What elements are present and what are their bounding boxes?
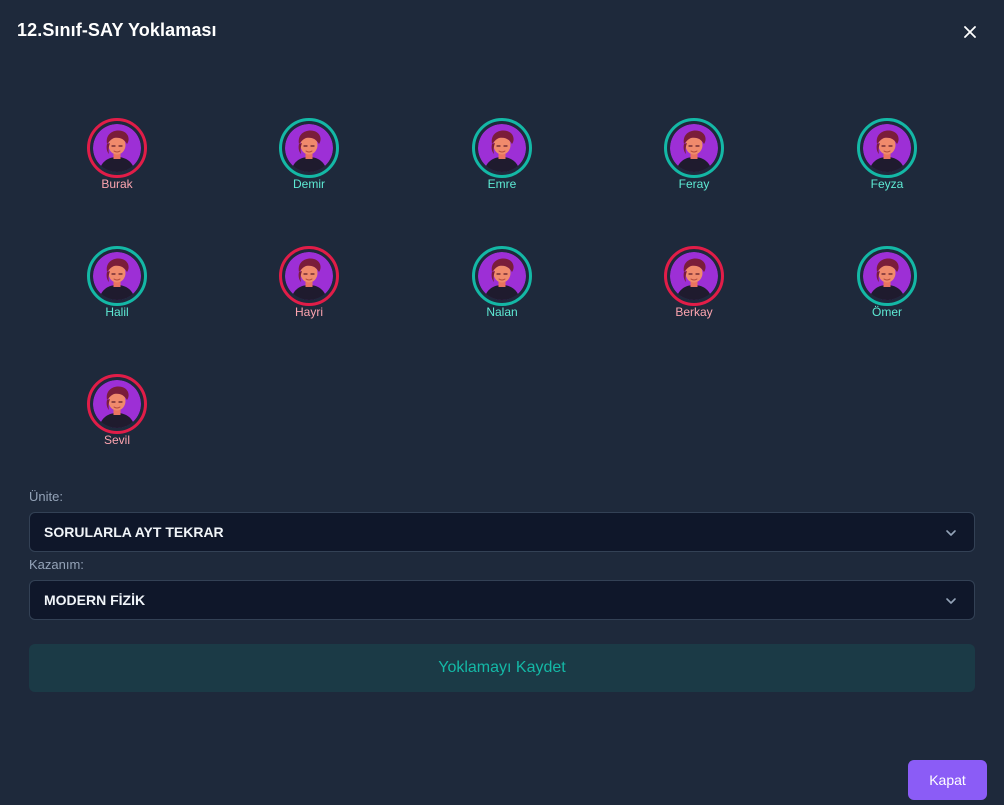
avatar-illustration bbox=[478, 124, 526, 172]
avatar bbox=[87, 246, 147, 306]
outcome-select[interactable]: MODERN FİZİK bbox=[29, 580, 975, 620]
student-card[interactable]: Sevil bbox=[57, 374, 177, 447]
unit-select-value: SORULARLA AYT TEKRAR bbox=[44, 524, 224, 540]
student-card[interactable]: Ömer bbox=[827, 246, 947, 319]
student-card[interactable]: Nalan bbox=[442, 246, 562, 319]
chevron-down-icon bbox=[946, 530, 956, 536]
student-name: Burak bbox=[101, 177, 133, 191]
avatar-illustration bbox=[478, 252, 526, 300]
avatar bbox=[279, 246, 339, 306]
student-card[interactable]: Burak bbox=[57, 118, 177, 191]
chevron-down-icon bbox=[946, 598, 956, 604]
avatar bbox=[472, 118, 532, 178]
avatar-illustration bbox=[285, 252, 333, 300]
save-attendance-button[interactable]: Yoklamayı Kaydet bbox=[29, 644, 975, 692]
student-card[interactable]: Hayri bbox=[249, 246, 369, 319]
student-grid: Burak Demir Emre Feray Feyza Halil Hayri… bbox=[0, 0, 1004, 470]
student-card[interactable]: Demir bbox=[249, 118, 369, 191]
student-name: Berkay bbox=[675, 305, 713, 319]
student-name: Emre bbox=[487, 177, 517, 191]
avatar bbox=[279, 118, 339, 178]
student-name: Halil bbox=[105, 305, 129, 319]
avatar bbox=[87, 118, 147, 178]
student-name: Sevil bbox=[103, 433, 130, 447]
avatar-illustration bbox=[93, 124, 141, 172]
avatar bbox=[664, 118, 724, 178]
student-name: Feyza bbox=[870, 177, 904, 191]
avatar-illustration bbox=[863, 252, 911, 300]
avatar bbox=[472, 246, 532, 306]
outcome-label: Kazanım: bbox=[29, 557, 84, 572]
avatar bbox=[857, 118, 917, 178]
avatar bbox=[87, 374, 147, 434]
avatar bbox=[664, 246, 724, 306]
avatar-illustration bbox=[670, 124, 718, 172]
avatar-illustration bbox=[285, 124, 333, 172]
avatar-illustration bbox=[670, 252, 718, 300]
student-name: Feray bbox=[678, 177, 710, 191]
avatar-illustration bbox=[93, 380, 141, 428]
student-name: Nalan bbox=[486, 305, 518, 319]
student-card[interactable]: Feyza bbox=[827, 118, 947, 191]
student-name: Ömer bbox=[872, 305, 902, 319]
avatar bbox=[857, 246, 917, 306]
close-modal-button[interactable]: Kapat bbox=[908, 760, 987, 800]
student-card[interactable]: Berkay bbox=[634, 246, 754, 319]
student-card[interactable]: Halil bbox=[57, 246, 177, 319]
outcome-select-value: MODERN FİZİK bbox=[44, 592, 146, 608]
student-card[interactable]: Feray bbox=[634, 118, 754, 191]
avatar-illustration bbox=[93, 252, 141, 300]
unit-label: Ünite: bbox=[29, 489, 63, 504]
student-name: Demir bbox=[293, 177, 325, 191]
student-card[interactable]: Emre bbox=[442, 118, 562, 191]
avatar-illustration bbox=[863, 124, 911, 172]
student-name: Hayri bbox=[294, 305, 323, 319]
unit-select[interactable]: SORULARLA AYT TEKRAR bbox=[29, 512, 975, 552]
